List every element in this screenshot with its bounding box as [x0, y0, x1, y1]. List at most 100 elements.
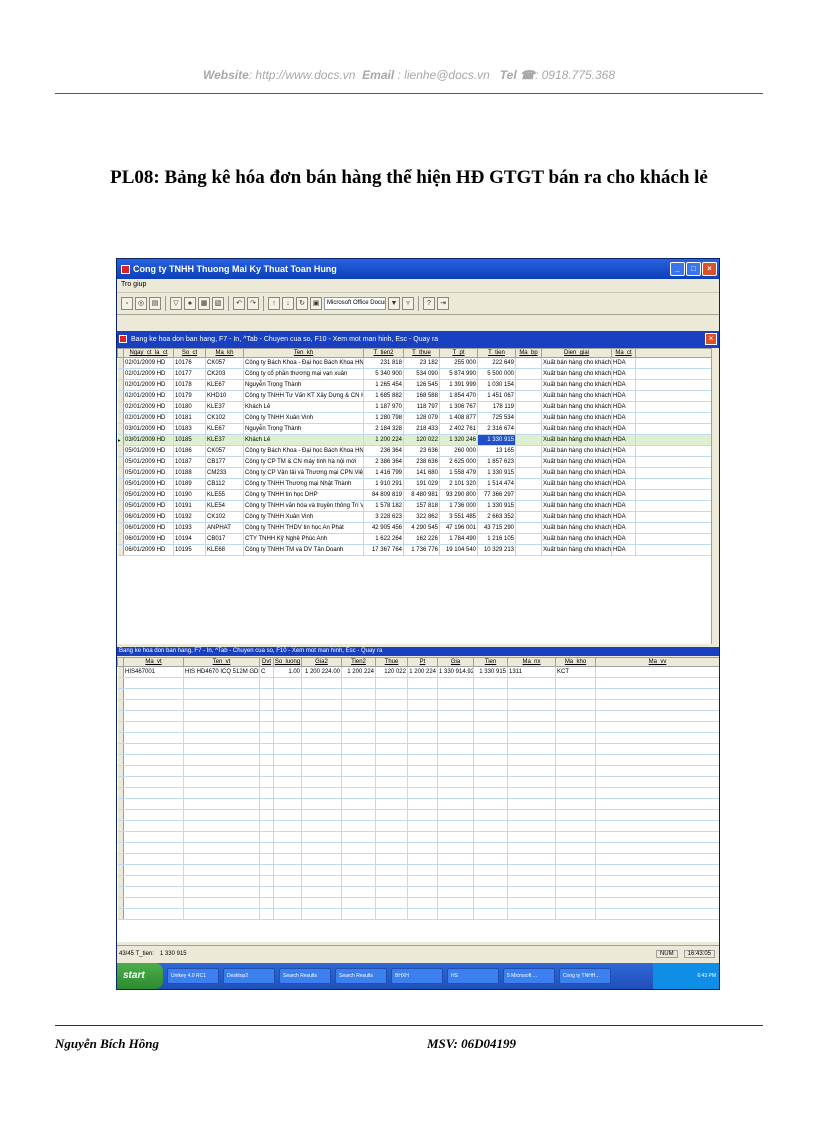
table-cell[interactable]: 1 854 470	[439, 390, 478, 402]
table-cell[interactable]: 23 636	[403, 445, 440, 457]
table-cell[interactable]: HDA	[611, 423, 636, 435]
table-cell[interactable]: 191 029	[403, 478, 440, 490]
table-row[interactable]: 05/01/2009 HD 10189 CB112 Công ty TNHH Thươ…	[117, 478, 712, 490]
table-cell[interactable]: 218 433	[403, 423, 440, 435]
table-cell[interactable]: KLE54	[205, 500, 244, 512]
table-cell[interactable]: 10177	[173, 368, 206, 380]
table-cell[interactable]: 10180	[173, 401, 206, 413]
column-header[interactable]: Ma_ct	[611, 348, 636, 358]
table-cell[interactable]: 222 649	[477, 357, 516, 369]
table-row[interactable]: 05/01/2009 HD 10191 KLE54 Công ty TNHH văn …	[117, 500, 712, 512]
table-row[interactable]: ▸ 03/01/2009 HD 10185 KLE37 Khách Lẻ 1 200 22…	[117, 434, 712, 446]
column-header[interactable]: Ma_vt	[123, 657, 184, 667]
table-cell[interactable]: 03/01/2009 HD	[123, 434, 174, 446]
table-cell[interactable]: 2 386 364	[363, 456, 404, 468]
undo-icon[interactable]: ↶	[233, 297, 245, 310]
table-cell[interactable]: 5 500 000	[477, 368, 516, 380]
filter-icon[interactable]: ▽	[170, 297, 182, 310]
table-cell[interactable]: 1 736 000	[439, 500, 478, 512]
table-cell[interactable]	[515, 390, 542, 402]
redo-icon[interactable]: ↷	[247, 297, 259, 310]
table-cell[interactable]: KLE55	[205, 489, 244, 501]
table-cell[interactable]: 1 578 182	[363, 500, 404, 512]
printer-select[interactable]: Microsoft Office Docum	[324, 297, 386, 310]
table-cell[interactable]: 84 809 819	[363, 489, 404, 501]
table-cell[interactable]: 05/01/2009 HD	[123, 489, 174, 501]
refresh-icon[interactable]: ↻	[296, 297, 308, 310]
table-cell[interactable]	[515, 533, 542, 545]
table-cell[interactable]: 10188	[173, 467, 206, 479]
table-cell[interactable]: 10176	[173, 357, 206, 369]
table-cell[interactable]: 10193	[173, 522, 206, 534]
table-cell[interactable]: Xuất bán hàng cho khách	[541, 434, 612, 446]
table-cell[interactable]: ANPHAT	[205, 522, 244, 534]
table-cell[interactable]: KLE37	[205, 434, 244, 446]
table-cell[interactable]: 10186	[173, 445, 206, 457]
taskbar-item[interactable]: Search Results	[335, 968, 387, 984]
table-cell[interactable]: 10194	[173, 533, 206, 545]
table-cell[interactable]: Công ty TNHH Xuân Vinh	[243, 412, 364, 424]
table-cell[interactable]: HIS HD4670 ICQ 512M GDDR3	[183, 666, 260, 678]
table-cell[interactable]: Xuất bán hàng cho khách	[541, 522, 612, 534]
grid-icon[interactable]: ▦	[198, 297, 210, 310]
table-cell[interactable]	[515, 456, 542, 468]
table-row[interactable]: 02/01/2009 HD 10181 CK102 Công ty TNHH Xuân…	[117, 412, 712, 424]
table-row[interactable]: 06/01/2009 HD 10195 KLE68 Công ty TNHH TM v…	[117, 544, 712, 556]
table-cell[interactable]: HDA	[611, 478, 636, 490]
table-cell[interactable]: Xuất bán hàng cho khách	[541, 511, 612, 523]
table-cell[interactable]: 1 216 105	[477, 533, 516, 545]
table-cell[interactable]: 118 797	[403, 401, 440, 413]
table-row[interactable]: 02/01/2009 HD 10178 KLE67 Nguyễn Trọng Thàn…	[117, 379, 712, 391]
close-button[interactable]: ×	[702, 262, 717, 276]
table-cell[interactable]: 02/01/2009 HD	[123, 357, 174, 369]
table-cell[interactable]: 1 320 246	[439, 434, 478, 446]
table-cell[interactable]: HDA	[611, 390, 636, 402]
table-cell[interactable]: 02/01/2009 HD	[123, 368, 174, 380]
table-cell[interactable]: 236 364	[363, 445, 404, 457]
table-cell[interactable]: Xuất bán hàng cho khách	[541, 423, 612, 435]
column-header[interactable]: Ten_vt	[183, 657, 260, 667]
table-cell[interactable]	[515, 489, 542, 501]
table-cell[interactable]: Công ty CP TM & CN máy tính hà nội mới	[243, 456, 364, 468]
table-cell[interactable]: 05/01/2009 HD	[123, 500, 174, 512]
table-cell[interactable]: 93 290 800	[439, 489, 478, 501]
table-cell[interactable]	[595, 666, 719, 678]
table-cell[interactable]: HDA	[611, 412, 636, 424]
table-cell[interactable]: HDA	[611, 511, 636, 523]
table-cell[interactable]: 2 402 761	[439, 423, 478, 435]
taskbar-item[interactable]: HS	[447, 968, 499, 984]
table-cell[interactable]: 1 622 264	[363, 533, 404, 545]
table-cell[interactable]	[515, 357, 542, 369]
table-cell[interactable]: 3 228 623	[363, 511, 404, 523]
taskbar-item[interactable]: BHXH	[391, 968, 443, 984]
table-row[interactable]: 02/01/2009 HD 10177 CK203 Công ty cổ phần t…	[117, 368, 712, 380]
table-cell[interactable]	[515, 500, 542, 512]
table-cell[interactable]: 1 280 798	[363, 412, 404, 424]
table-cell[interactable]: CB112	[205, 478, 244, 490]
table-cell[interactable]: Công ty TNHH THDV tin học An Phát	[243, 522, 364, 534]
table-cell[interactable]	[515, 478, 542, 490]
table-cell[interactable]: 2 663 352	[477, 511, 516, 523]
table-cell[interactable]: 1 736 776	[403, 544, 440, 556]
table-cell[interactable]: HDA	[611, 489, 636, 501]
table-cell[interactable]: 17 367 764	[363, 544, 404, 556]
table-cell[interactable]: Công ty TNHH Thương mại Nhật Thành	[243, 478, 364, 490]
column-header[interactable]: Gia	[437, 657, 474, 667]
taskbar-item[interactable]: Unikey 4.0 RC1	[167, 968, 219, 984]
table-cell[interactable]: 128 079	[403, 412, 440, 424]
column-header[interactable]: Gia2	[301, 657, 342, 667]
table-cell[interactable]: 43 715 290	[477, 522, 516, 534]
table-cell[interactable]: HDA	[611, 379, 636, 391]
table-cell[interactable]: 255 000	[439, 357, 478, 369]
table-cell[interactable]: CB017	[205, 533, 244, 545]
table-cell[interactable]: 77 366 297	[477, 489, 516, 501]
table-cell[interactable]: 06/01/2009 HD	[123, 533, 174, 545]
table-cell[interactable]: 10183	[173, 423, 206, 435]
table-cell[interactable]: 1 784 490	[439, 533, 478, 545]
table-cell[interactable]: Nguyễn Trọng Thành	[243, 379, 364, 391]
table-cell[interactable]: KHD10	[205, 390, 244, 402]
export-icon[interactable]: ▧	[212, 297, 224, 310]
table-cell[interactable]: Công ty TNHH Tư Vấn KT Xây Dựng & CN Hà …	[243, 390, 364, 402]
pane-close-button[interactable]: ×	[705, 333, 717, 345]
table-cell[interactable]: 05/01/2009 HD	[123, 478, 174, 490]
